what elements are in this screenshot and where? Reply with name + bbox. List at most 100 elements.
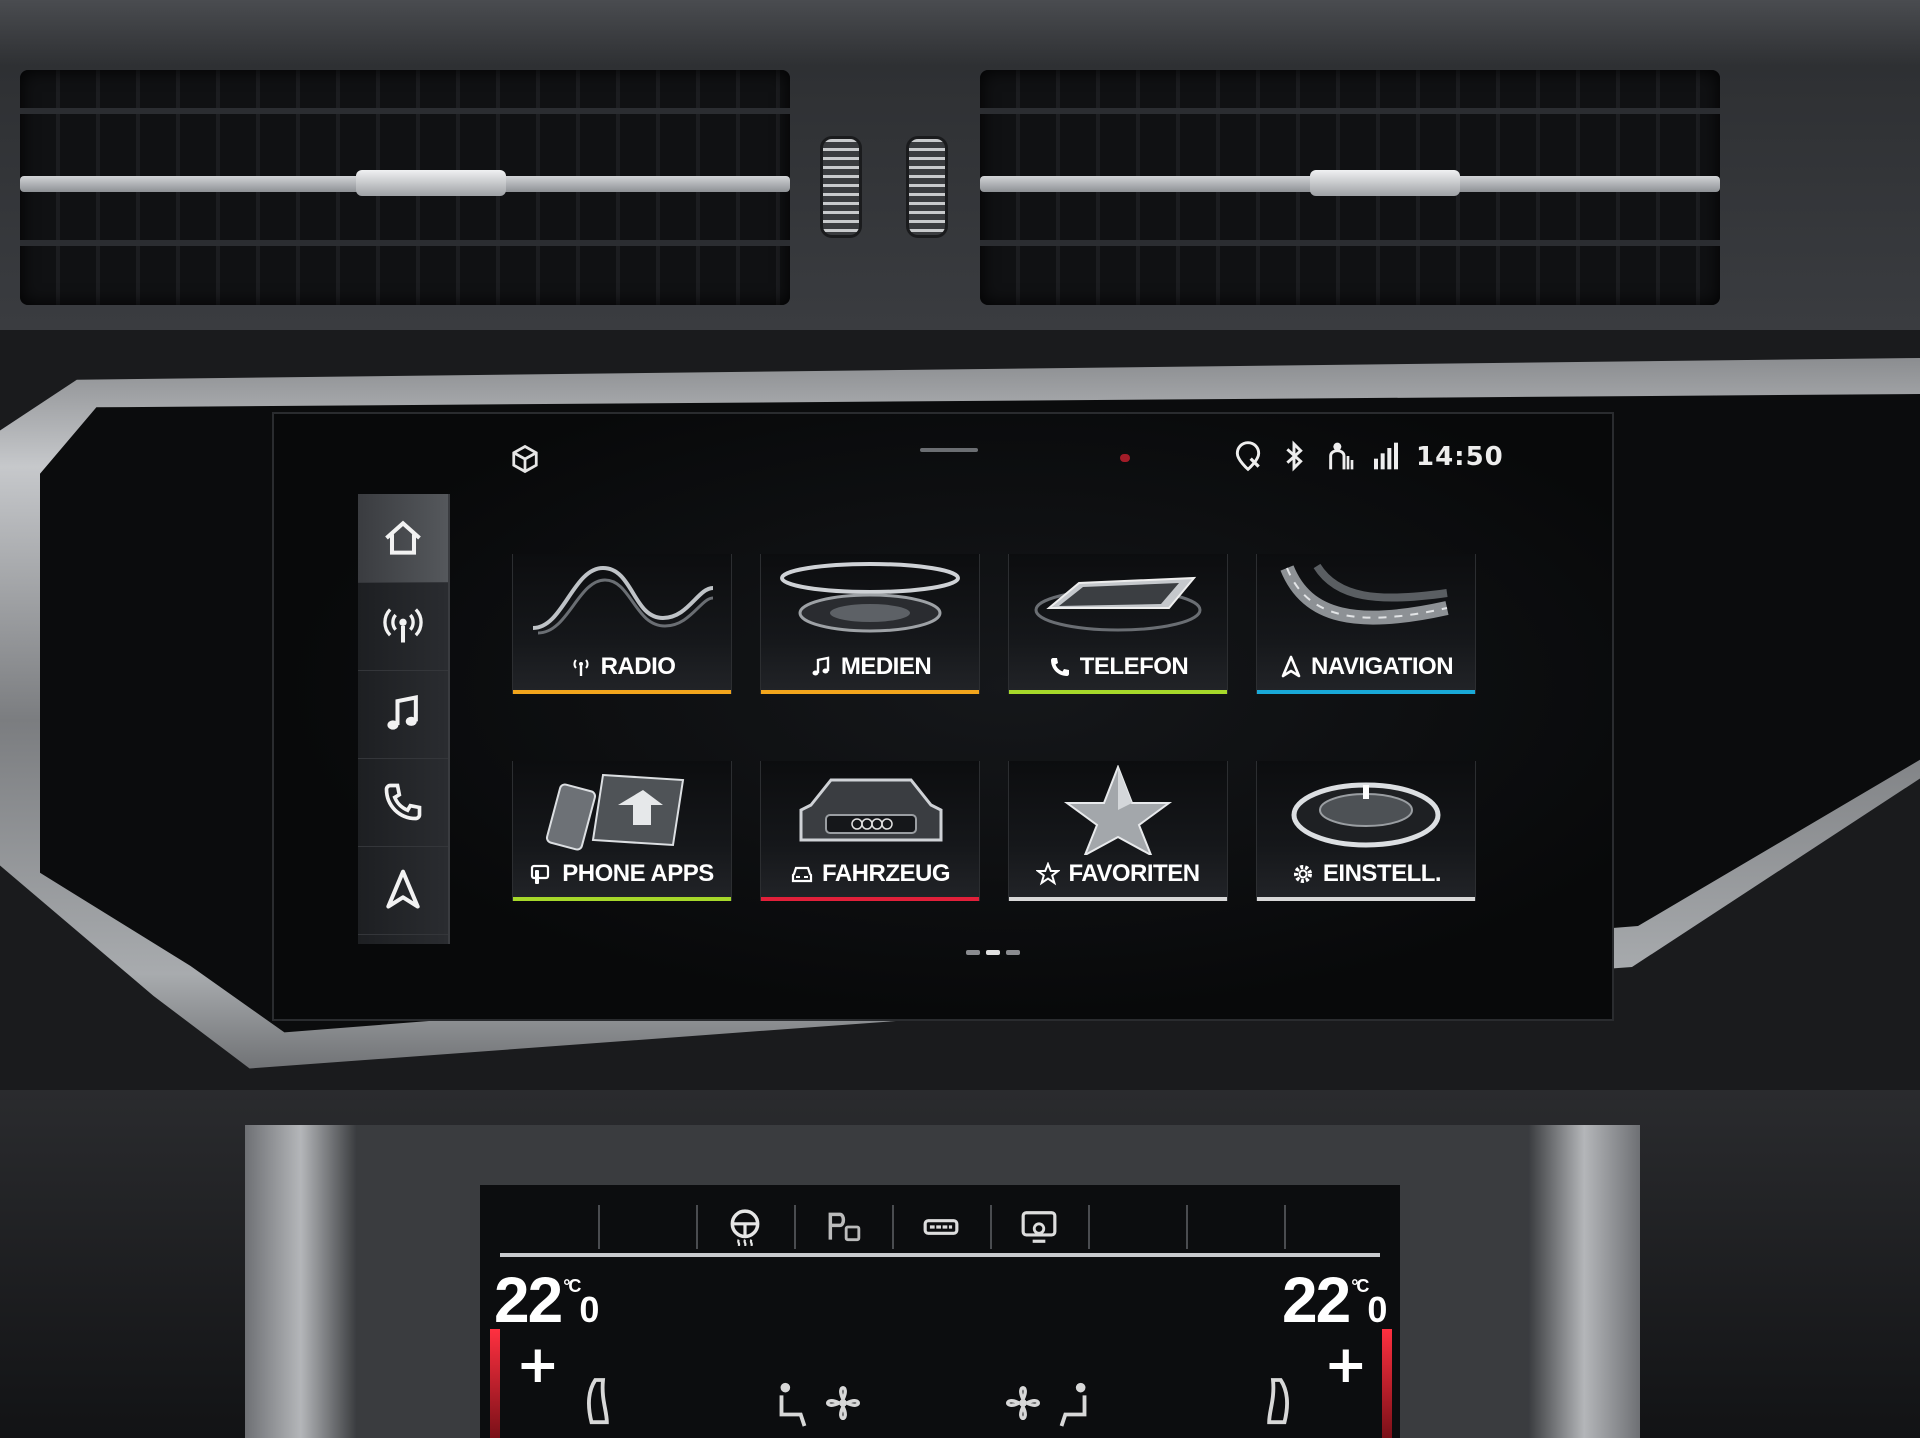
sidebar-item-navigation[interactable] — [358, 846, 448, 935]
tile-favoriten-label: FAVORITEN — [1009, 859, 1227, 889]
music-note-icon — [387, 695, 418, 730]
tile-telefon-underline — [1009, 690, 1227, 694]
vent-wheel-right[interactable] — [906, 136, 948, 238]
page-indicator[interactable] — [966, 950, 1020, 955]
left-fan-icon[interactable] — [820, 1375, 866, 1431]
left-temp-decimal: 0 — [579, 1289, 599, 1330]
phone-icon — [384, 783, 422, 821]
home-icon — [385, 520, 421, 555]
tile-radio-text: RADIO — [600, 653, 676, 680]
tile-navigation[interactable]: NAVIGATION — [1256, 554, 1476, 694]
tile-einstell-label: EINSTELL. — [1257, 859, 1475, 889]
tile-fahrzeug-underline — [761, 897, 979, 901]
gear-icon — [1293, 865, 1312, 883]
recording-indicator — [1120, 454, 1130, 462]
tile-medien[interactable]: MEDIEN — [760, 554, 980, 694]
climate-tab-screen[interactable] — [990, 1205, 1090, 1249]
tile-telefon-label: TELEFON — [1009, 652, 1227, 682]
tile-phone-apps[interactable]: PHONE APPS — [512, 761, 732, 901]
left-temp-up-button[interactable]: + — [516, 1335, 560, 1395]
climate-tab-8[interactable] — [1186, 1205, 1286, 1249]
tile-navigation-underline — [1257, 690, 1475, 694]
right-fan-icon[interactable] — [1000, 1375, 1046, 1431]
climate-tab-9[interactable] — [1284, 1205, 1382, 1249]
navigation-arrow-icon — [1281, 655, 1301, 678]
radio-antenna-icon — [383, 608, 423, 643]
favoriten-star-art — [1063, 765, 1173, 855]
tile-phone-apps-text: PHONE APPS — [562, 860, 714, 887]
tile-fahrzeug-text: FAHRZEUG — [822, 860, 951, 887]
pull-down-handle[interactable] — [920, 448, 978, 452]
parking-heater-icon — [828, 1212, 861, 1242]
phone-apps-icon — [531, 864, 550, 884]
climate-tab-7[interactable] — [1088, 1205, 1188, 1249]
location-shield-icon — [1235, 441, 1261, 472]
tile-phone-apps-underline — [513, 897, 731, 901]
status-icons — [1232, 440, 1402, 472]
tile-radio[interactable]: RADIO — [512, 554, 732, 694]
tile-einstell[interactable]: EINSTELL. — [1256, 761, 1476, 901]
tile-favoriten-text: FAVORITEN — [1068, 860, 1200, 887]
right-temperature[interactable]: 22 °C0 — [1282, 1263, 1387, 1337]
tile-telefon[interactable]: TELEFON — [1008, 554, 1228, 694]
fahrzeug-car-art — [799, 778, 943, 842]
right-vent-knob[interactable] — [1310, 170, 1460, 196]
climate-control-screen: 22 °C0 22 °C0 + + — [480, 1185, 1400, 1438]
climate-tab-steering-heat[interactable] — [696, 1205, 796, 1249]
page-dot-2[interactable] — [986, 950, 1000, 955]
tile-fahrzeug[interactable]: FAHRZEUG — [760, 761, 980, 901]
vent-wheel-left[interactable] — [820, 136, 862, 238]
tile-telefon-text: TELEFON — [1079, 653, 1189, 680]
steering-wheel-heat-icon — [730, 1209, 760, 1246]
right-seat-heat-icon[interactable] — [1250, 1375, 1296, 1431]
cube-icon[interactable] — [510, 444, 540, 474]
signal-icon — [1374, 442, 1398, 470]
sidebar — [358, 494, 450, 944]
telefon-phone-art — [1034, 576, 1202, 632]
left-seat-heat-icon[interactable] — [580, 1375, 626, 1431]
left-temp-main: 22 — [494, 1264, 563, 1336]
right-temp-unit: °C — [1351, 1276, 1369, 1296]
climate-tab-2[interactable] — [598, 1205, 698, 1249]
sidebar-item-media[interactable] — [358, 670, 448, 759]
einstell-dial-art — [1291, 782, 1441, 848]
page-dot-1[interactable] — [966, 950, 980, 955]
tile-navigation-text: NAVIGATION — [1310, 653, 1454, 680]
right-temp-up-button[interactable]: + — [1324, 1335, 1368, 1395]
right-temp-bar[interactable] — [1382, 1329, 1392, 1438]
phone-apps-art — [545, 773, 685, 851]
sidebar-item-phone[interactable] — [358, 758, 448, 847]
tile-einstell-underline — [1257, 897, 1475, 901]
left-vent-knob[interactable] — [356, 170, 506, 196]
tile-medien-text: MEDIEN — [840, 653, 932, 680]
left-temperature[interactable]: 22 °C0 — [494, 1263, 599, 1337]
left-temp-bar[interactable] — [490, 1329, 500, 1438]
tile-navigation-label: NAVIGATION — [1257, 652, 1475, 682]
tile-einstell-text: EINSTELL. — [1322, 860, 1442, 887]
right-seat-airflow-icon[interactable] — [1050, 1375, 1096, 1431]
media-disc-art — [780, 562, 960, 633]
tile-medien-underline — [761, 690, 979, 694]
tile-radio-label: RADIO — [513, 652, 731, 682]
sidebar-item-radio[interactable] — [358, 582, 448, 671]
bluetooth-icon — [1286, 440, 1303, 472]
climate-tab-parking-heater[interactable] — [794, 1205, 894, 1249]
tile-fahrzeug-label: FAHRZEUG — [761, 859, 979, 889]
navigation-arrow-icon — [386, 869, 420, 909]
page-dot-3[interactable] — [1006, 950, 1020, 955]
climate-tab-1[interactable] — [500, 1205, 600, 1249]
left-seat-airflow-icon[interactable] — [770, 1375, 816, 1431]
climate-tab-bar — [500, 1197, 1380, 1257]
left-temp-unit: °C — [563, 1276, 581, 1296]
tile-favoriten[interactable]: FAVORITEN — [1008, 761, 1228, 901]
mmi-main-screen: 14:50 RADIO MEDIEN TELEFON NAVIGATION PH… — [272, 412, 1614, 1021]
right-temp-main: 22 — [1282, 1264, 1351, 1336]
right-temp-decimal: 0 — [1367, 1289, 1387, 1330]
climate-tab-rear-window[interactable] — [892, 1205, 992, 1249]
radio-antenna-icon — [573, 659, 589, 676]
rear-window-heat-icon — [923, 1219, 959, 1235]
tile-phone-apps-label: PHONE APPS — [513, 859, 731, 889]
screen-icon — [1021, 1211, 1057, 1243]
sidebar-item-home[interactable] — [358, 494, 448, 583]
status-bar: 14:50 — [274, 414, 1612, 476]
